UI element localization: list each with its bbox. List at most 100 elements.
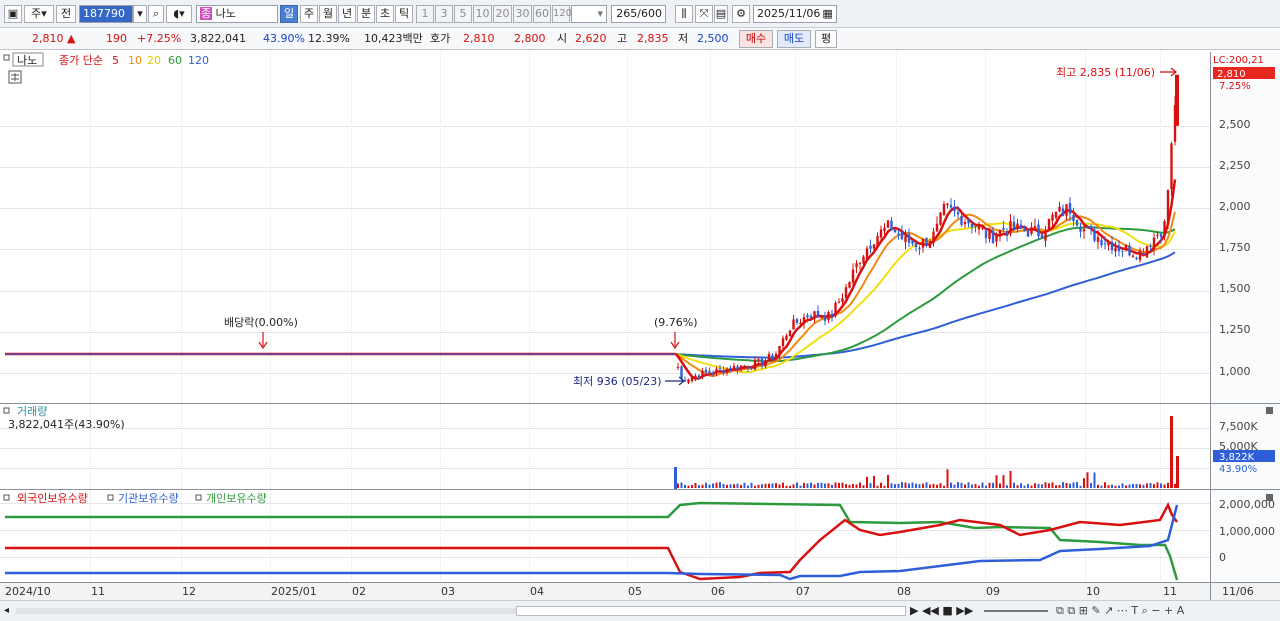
interval-60[interactable]: 60 — [533, 5, 551, 23]
candle-body — [816, 310, 820, 317]
count-input[interactable]: 265/600 — [611, 5, 666, 23]
quote-price: 2,810 ▲ — [32, 32, 75, 46]
candle-body — [687, 379, 690, 383]
lc-label: LC:200,21 — [1213, 55, 1264, 66]
volume-bar — [799, 485, 802, 488]
volume-bar — [880, 482, 882, 488]
interval-5[interactable]: 5 — [454, 5, 472, 23]
indicator-icon[interactable]: ⊞ — [1079, 604, 1088, 617]
line-icon[interactable]: ↗ — [1104, 604, 1113, 617]
chart-area[interactable]: 나노 종가 단순 5 10 20 60 120 배당락(0.00%) (9.76… — [0, 52, 1280, 600]
font-icon[interactable]: A — [1177, 604, 1185, 617]
copy-icon[interactable]: ⧉ — [1056, 604, 1064, 617]
volume-bar — [806, 483, 809, 488]
rewind-icon[interactable]: ◀◀ — [922, 604, 939, 617]
interval-1[interactable]: 1 — [416, 5, 434, 23]
compare-icon[interactable]: ⧉ — [1067, 604, 1075, 617]
speaker-icon[interactable]: ◖▾ — [166, 5, 192, 23]
candle-body — [1128, 245, 1131, 256]
volume-bar — [925, 482, 928, 488]
volume-bar — [764, 483, 767, 488]
chart-svg[interactable]: 나노 종가 단순 5 10 20 60 120 배당락(0.00%) (9.76… — [0, 52, 1280, 600]
candle-body — [680, 366, 683, 379]
tab-tick[interactable]: 틱 — [395, 5, 413, 23]
volume-bar — [971, 484, 973, 488]
candle-body — [701, 370, 704, 378]
interval-120[interactable]: 120 — [552, 5, 572, 23]
volume-bar — [736, 483, 739, 488]
candle-body — [802, 317, 806, 325]
minus-icon[interactable]: − — [1151, 604, 1160, 617]
candle-body — [1079, 226, 1082, 232]
crosshair-icon[interactable]: ⤧ — [695, 5, 713, 23]
volume-bar — [1009, 470, 1012, 488]
buy-button[interactable]: 매수 — [739, 30, 773, 48]
low-value: 2,500 — [697, 32, 729, 45]
scroll-left-icon[interactable]: ◂ — [4, 605, 14, 617]
candle-body — [949, 204, 953, 208]
code-input[interactable]: 187790 — [79, 5, 133, 23]
calendar-icon[interactable]: ▦ — [822, 7, 832, 20]
candle-body — [942, 203, 946, 215]
candle-body — [1103, 243, 1107, 245]
volume-bar — [694, 482, 697, 488]
interval-30[interactable]: 30 — [513, 5, 532, 23]
forward-icon[interactable]: ▶▶ — [956, 604, 973, 617]
market-select[interactable]: 주▾ — [24, 5, 54, 23]
gear-icon[interactable]: ⚙ — [732, 5, 750, 23]
quote-volume: 3,822,041 — [190, 32, 246, 45]
interval-3[interactable]: 3 — [435, 5, 453, 23]
volume-bar — [1132, 483, 1134, 488]
maximize-icon[interactable] — [1266, 407, 1273, 414]
search-icon[interactable]: ⌕ — [148, 5, 164, 23]
candle-icon[interactable]: ⫼ — [675, 5, 693, 23]
current-pct-label: 7.25% — [1219, 81, 1251, 92]
interval-custom-input[interactable]: ▾ — [571, 5, 607, 23]
plus-icon[interactable]: + — [1164, 604, 1173, 617]
high-label: 고 — [617, 32, 628, 45]
candle-body — [1005, 231, 1009, 235]
tab-day[interactable]: 일 — [280, 5, 298, 23]
scroll-thumb[interactable] — [516, 606, 906, 616]
volume-bar — [810, 482, 812, 488]
volume-bar — [960, 482, 963, 488]
interval-20[interactable]: 20 — [493, 5, 512, 23]
sell-button[interactable]: 매도 — [777, 30, 811, 48]
volume-bar — [1041, 484, 1043, 488]
interval-10[interactable]: 10 — [473, 5, 492, 23]
layout-icon[interactable]: ▣ — [4, 5, 22, 23]
zoom-icon[interactable]: ⌕ — [1142, 604, 1148, 617]
tab-second[interactable]: 초 — [376, 5, 394, 23]
stop-icon[interactable]: ■ — [942, 604, 952, 617]
holdings-y-tick: 2,000,000 — [1219, 498, 1275, 511]
candle-body — [907, 234, 911, 243]
low-label: 저 — [678, 32, 689, 45]
tab-minute[interactable]: 분 — [357, 5, 375, 23]
fib-icon[interactable]: ⋯ — [1117, 604, 1128, 617]
y-tick: 1,000 — [1219, 365, 1251, 378]
stock-name-field[interactable]: 종 나노 — [196, 5, 278, 23]
candle-body — [1107, 242, 1110, 246]
prev-button[interactable]: 전 — [56, 5, 76, 23]
play-icon[interactable]: ▶ — [910, 604, 918, 617]
bid-value: 2,800 — [514, 32, 546, 45]
candle-body — [722, 370, 725, 374]
date-input[interactable]: 2025/11/06 ▦ — [753, 5, 837, 23]
save-icon[interactable]: ▤ — [714, 5, 728, 23]
zoom-slider[interactable] — [984, 610, 1048, 612]
eval-button[interactable]: 평 — [815, 30, 837, 48]
code-dropdown-icon[interactable]: ▾ — [133, 5, 147, 23]
tab-week[interactable]: 주 — [300, 5, 318, 23]
candle-body — [932, 231, 935, 243]
tab-month[interactable]: 월 — [319, 5, 337, 23]
text-icon[interactable]: T — [1131, 604, 1138, 617]
tab-year[interactable]: 년 — [338, 5, 356, 23]
candle-body — [837, 301, 841, 303]
draw-icon[interactable]: ✎ — [1091, 604, 1100, 617]
volume-bar — [677, 483, 679, 488]
volume-bar — [778, 484, 781, 488]
ask-value: 2,810 — [463, 32, 495, 45]
volume-bar — [999, 483, 1001, 488]
candle-body-current — [1175, 74, 1179, 126]
volume-bar — [834, 482, 837, 488]
